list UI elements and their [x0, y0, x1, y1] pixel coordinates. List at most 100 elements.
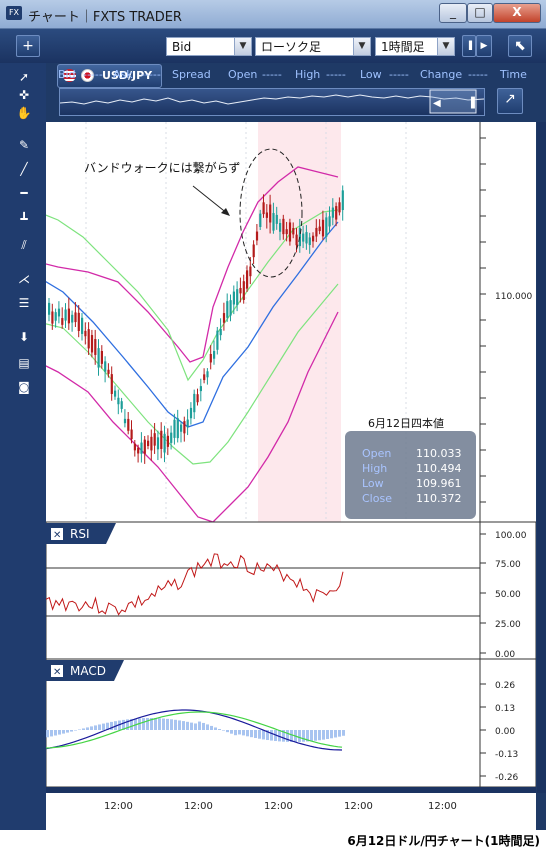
timeframe-value: 1時間足	[381, 40, 425, 54]
histogram-bar	[54, 730, 57, 736]
histogram-bar	[314, 730, 317, 741]
histogram-bar	[170, 719, 173, 730]
histogram-bar	[218, 729, 221, 730]
histogram-bar	[262, 730, 265, 740]
candle-body	[239, 287, 242, 294]
time-label: Time	[500, 68, 527, 81]
horizontal-line-icon[interactable]: ━	[16, 185, 32, 201]
candle-body	[272, 213, 275, 231]
price-type-value: Bid	[172, 40, 192, 54]
chart-canvas[interactable]: バンドウォークには繋がらず 110.000 6月12日四本値 Open 110.…	[37, 122, 537, 793]
chart-type-select[interactable]: ローソク足 ▼	[255, 37, 371, 56]
figure-caption: 6月12日ドル/円チャート(1時間足)	[347, 834, 540, 848]
candle-body	[302, 233, 305, 242]
histogram-bar	[74, 730, 77, 731]
add-chart-button[interactable]: +	[16, 35, 40, 57]
chart-window: FX チャート｜FXTS TRADER _ □ X + USD/JPY Bid …	[0, 0, 546, 830]
cursor-icon[interactable]: ➚	[16, 69, 32, 85]
candle-body	[110, 374, 113, 394]
histogram-bar	[246, 730, 249, 737]
close-button[interactable]: X	[493, 3, 541, 23]
open-value: 110.033	[416, 447, 462, 460]
candle-body	[305, 232, 308, 244]
histogram-bar	[326, 730, 329, 740]
candle-body	[163, 433, 166, 453]
navigator-left-handle-icon[interactable]: ◀	[433, 98, 441, 109]
candle-body	[196, 394, 199, 403]
crosshair-icon[interactable]: ✜	[16, 87, 32, 103]
histogram-bar	[298, 730, 301, 742]
candle-body	[81, 317, 84, 334]
chart-type-value: ローソク足	[261, 40, 322, 54]
chart-area[interactable]: バンドウォークには繋がらず 110.000 6月12日四本値 Open 110.…	[37, 122, 537, 793]
histogram-bar	[270, 730, 273, 741]
indicator-list-icon[interactable]: ▤	[16, 355, 32, 371]
expand-chart-button[interactable]: ⬉	[508, 35, 532, 57]
open-label: Open	[228, 68, 258, 81]
maximize-button[interactable]: □	[467, 3, 493, 23]
candle-body	[269, 204, 272, 223]
candle-body	[232, 291, 235, 305]
bid-label: Bid	[58, 68, 76, 81]
open-value: -----	[262, 68, 282, 81]
channel-icon[interactable]: ⫽	[16, 237, 32, 253]
rsi-tick-75: 75.00	[495, 560, 521, 570]
drawing-tools: ➚ ✜ ✋ ✎ ╱ ━ ┻ ⫽ ⋌ ☰ ⬇ ▤ ◙	[0, 63, 46, 830]
histogram-bar	[226, 730, 229, 733]
vertical-scrollbar[interactable]	[537, 122, 546, 793]
close-icon[interactable]: ✕	[53, 530, 61, 541]
candle-body	[147, 440, 150, 447]
candle-body	[54, 312, 57, 321]
candle-body	[57, 308, 61, 317]
histogram-bar	[58, 730, 61, 735]
hand-icon[interactable]: ✋	[16, 105, 32, 121]
candle-body	[325, 217, 328, 237]
title-bar[interactable]: FX チャート｜FXTS TRADER _ □ X	[0, 0, 546, 29]
rsi-title: RSI	[70, 527, 90, 541]
overview-navigator[interactable]: ◀ ▐	[59, 88, 485, 116]
histogram-bar	[322, 730, 325, 740]
arrow-down-icon[interactable]: ⬇	[16, 329, 32, 345]
low-label: Low	[360, 68, 382, 81]
vertical-line-icon[interactable]: ┻	[16, 211, 32, 227]
candle-body	[71, 314, 74, 323]
histogram-bar	[142, 718, 145, 730]
histogram-bar	[234, 730, 237, 736]
trendline-icon[interactable]: ╱	[16, 161, 32, 177]
fit-view-icon[interactable]: ↗	[497, 88, 523, 114]
macd-tick-000: 0.00	[495, 727, 515, 737]
fan-icon[interactable]: ⋌	[16, 271, 32, 287]
open-label: Open	[362, 447, 391, 460]
panel-toggle-icon[interactable]: ▐	[462, 35, 476, 57]
histogram-bar	[46, 730, 49, 738]
rsi-panel[interactable]	[45, 521, 537, 660]
close-icon[interactable]: ✕	[53, 667, 61, 678]
navigator-right-handle-icon[interactable]: ▐	[467, 96, 475, 109]
histogram-bar	[338, 730, 341, 737]
camera-icon[interactable]: ◙	[16, 379, 32, 395]
histogram-bar	[210, 725, 213, 730]
info-box-title: 6月12日四本値	[368, 416, 444, 430]
low-label: Low	[362, 477, 384, 490]
histogram-bar	[318, 730, 321, 741]
histogram-bar	[98, 724, 101, 730]
histogram-bar	[310, 730, 313, 742]
minimize-button[interactable]: _	[439, 3, 467, 23]
scroll-right-icon[interactable]: ▶	[476, 35, 492, 57]
candle-body	[259, 213, 262, 228]
chevron-down-icon: ▼	[234, 38, 251, 55]
time-label-4: 12:00	[344, 801, 373, 812]
rsi-tick-50: 50.00	[495, 590, 521, 600]
fibonacci-icon[interactable]: ☰	[16, 295, 32, 311]
timeframe-select[interactable]: 1時間足 ▼	[375, 37, 455, 56]
candle-body	[226, 301, 229, 318]
pen-icon[interactable]: ✎	[16, 137, 32, 153]
candle-body	[265, 212, 268, 218]
change-value: -----	[468, 68, 488, 81]
price-type-select[interactable]: Bid ▼	[166, 37, 252, 56]
histogram-bar	[190, 722, 193, 730]
low-value: 109.961	[416, 477, 462, 490]
macd-tick-026: 0.26	[495, 681, 515, 691]
candle-body	[87, 329, 90, 349]
candle-body	[209, 353, 212, 363]
